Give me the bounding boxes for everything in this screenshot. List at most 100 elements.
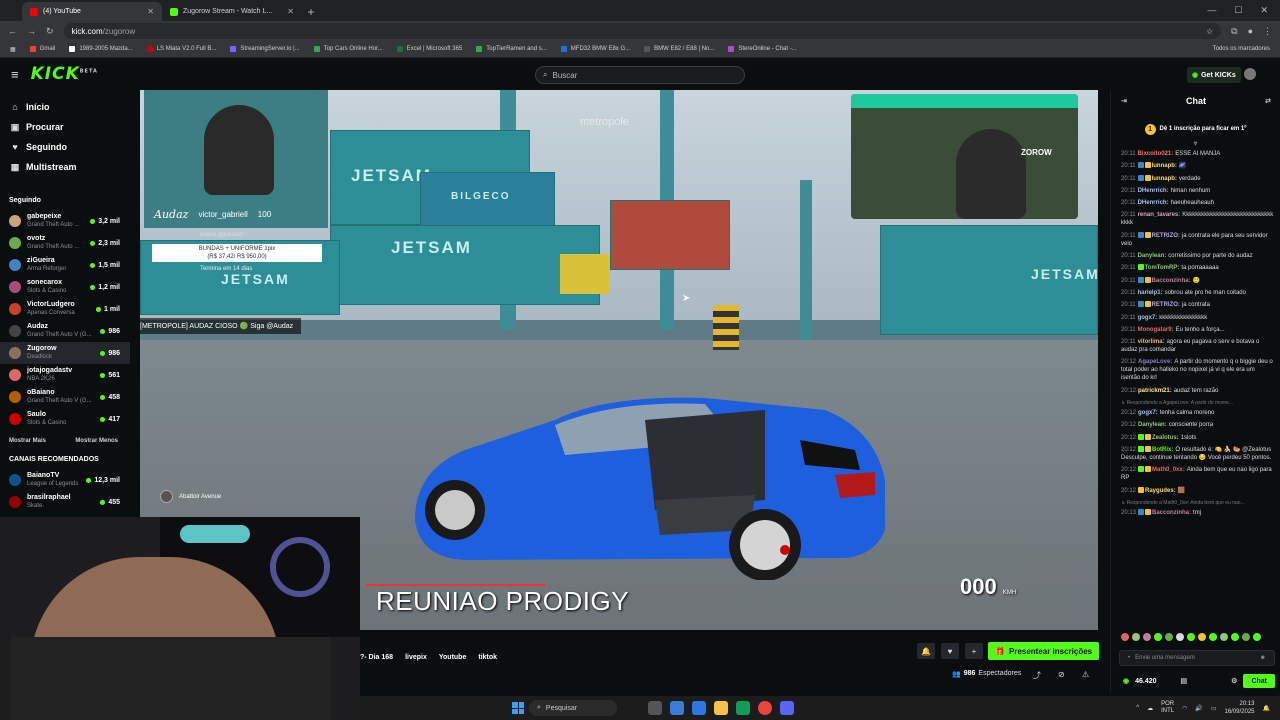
bookmark-item[interactable]: BMW E82 / E88 | No... [644, 46, 714, 52]
bookmark-star-icon[interactable]: ☆ [1206, 27, 1213, 36]
sidebar-channel[interactable]: Zugorow Deadlock 986 [0, 342, 130, 364]
all-bookmarks[interactable]: Todos os marcadores [1213, 46, 1270, 52]
sidebar-channel[interactable]: sonecarox Slots & Casino 1,2 mil [0, 276, 130, 298]
message-user[interactable]: lunnapb: [1152, 176, 1177, 182]
gift-subscriptions-button[interactable]: 🎁 Presentear inscrições [988, 642, 1100, 660]
bookmark-item[interactable]: LS Miata V2.0 Full B... [146, 46, 216, 52]
expand-icon[interactable]: ⩔ [1111, 140, 1280, 150]
message-user[interactable]: Monogatar9: [1138, 327, 1174, 333]
message-user[interactable]: RETRIZO: [1152, 233, 1180, 239]
message-user[interactable]: Zealotus: [1152, 435, 1179, 441]
nav-multistream[interactable]: ▦ Multistream [0, 157, 130, 177]
get-kicks-button[interactable]: ◉ Get KICKs [1187, 67, 1241, 83]
show-less-button[interactable]: Mostrar Menos [75, 438, 118, 444]
message-user[interactable]: gogx7: [1138, 410, 1158, 416]
chat-settings-icon[interactable]: ⇄ [1265, 97, 1271, 105]
emote-bar[interactable] [1121, 633, 1261, 641]
stream-tag[interactable]: tiktok [478, 654, 497, 661]
bell-icon[interactable]: 🔔 [917, 643, 935, 659]
notification-icon[interactable]: 🔔 [1263, 705, 1270, 712]
bookmark-item[interactable]: TopTierRamen and s... [476, 46, 547, 52]
sidebar-channel[interactable]: Audaz Grand Theft Auto V (G... 986 [0, 320, 130, 342]
sidebar-channel[interactable]: VictorLudgero Apenas Conversa 1 mil [0, 298, 130, 320]
nav-home[interactable]: ⌂ Início [0, 97, 130, 117]
sidebar-channel[interactable]: jotajogadastv NBA 2K26 561 [0, 364, 130, 386]
taskview-icon[interactable] [648, 701, 662, 715]
chrome-icon[interactable] [758, 701, 772, 715]
message-user[interactable]: Bacconzinha: [1152, 510, 1191, 516]
sidebar-channel[interactable]: brasilraphael Skate. 455 [0, 491, 130, 513]
browser-menu-icon[interactable]: ⋮ [1263, 26, 1272, 37]
nav-browse[interactable]: ▣ Procurar [0, 117, 130, 137]
message-user[interactable]: lunnapb: [1152, 163, 1177, 169]
gift-add-icon[interactable]: + [965, 643, 983, 659]
bookmark-item[interactable]: Gmail [29, 46, 55, 52]
stream-tag[interactable]: livepix [405, 654, 427, 661]
bookmark-item[interactable]: StreamingServer.io |... [230, 46, 300, 52]
profile-icon[interactable]: ● [1248, 26, 1253, 36]
share-icon[interactable]: ⤴ [1033, 670, 1041, 681]
close-window-icon[interactable]: ✕ [1260, 5, 1268, 16]
sidebar-channel[interactable]: ovotz Grand Theft Auto ... 2,3 mil [0, 232, 130, 254]
message-user[interactable]: renan_tavares: [1138, 212, 1181, 218]
chevron-up-icon[interactable]: ^ [1136, 705, 1139, 711]
message-user[interactable]: vitorlima: [1138, 339, 1165, 345]
sidebar-channel[interactable]: Saulo Slots & Casino 417 [0, 408, 130, 430]
windows-start-icon[interactable] [512, 702, 524, 714]
message-user[interactable]: harielp1: [1138, 290, 1163, 296]
message-user[interactable]: Bacconzinha: [1152, 278, 1191, 284]
url-field[interactable]: kick.com/zugorow ☆ [63, 23, 1222, 39]
battery-icon[interactable]: ▭ [1211, 705, 1217, 712]
back-icon[interactable]: ← [8, 26, 17, 36]
maximize-icon[interactable]: ☐ [1234, 5, 1242, 16]
tab-close-icon[interactable]: ✕ [287, 7, 294, 16]
message-user[interactable]: RETRIZO: [1152, 302, 1180, 308]
discord-icon[interactable] [780, 701, 794, 715]
emoji-icon[interactable]: ☻ [1260, 655, 1266, 661]
bookmark-item[interactable]: Top Cars Online Hor... [313, 46, 383, 52]
wifi-icon[interactable]: ◠ [1182, 705, 1187, 712]
message-user[interactable]: Bixcoito021: [1138, 151, 1174, 157]
stream-tag[interactable]: ?- Dia 168 [360, 654, 393, 661]
file-explorer-icon[interactable] [714, 701, 728, 715]
message-user[interactable]: gogx7: [1138, 315, 1158, 321]
volume-icon[interactable]: 🔊 [1195, 705, 1202, 712]
kick-logo[interactable]: KICKBETA [31, 64, 98, 84]
taskbar-search[interactable]: ⌕ Pesquisar [529, 700, 617, 716]
settings-gear-icon[interactable]: ⚙ [1231, 677, 1237, 685]
collapse-chat-icon[interactable]: ⇥ [1121, 97, 1127, 105]
minimize-icon[interactable]: — [1207, 5, 1216, 16]
message-user[interactable]: BotRix: [1152, 447, 1173, 453]
bookmark-item[interactable]: MFD32 BMW E8x G... [560, 46, 630, 52]
message-user[interactable]: TomTomRP: [1145, 265, 1180, 271]
sidebar-channel[interactable]: oBaiano Grand Theft Auto V (G... 458 [0, 386, 130, 408]
sub-promo[interactable]: 1 Dê 1 inscrição para ficar em 1º [1111, 118, 1280, 140]
sidebar-channel[interactable]: ziGueira Arma Reforger 1,5 mil [0, 254, 130, 276]
user-avatar[interactable] [1244, 68, 1256, 80]
report-icon[interactable]: ⚠ [1082, 670, 1089, 679]
copilot-icon[interactable] [670, 701, 684, 715]
hide-icon[interactable]: ⊘ [1058, 670, 1065, 679]
stream-tag[interactable]: Youtube [439, 654, 466, 661]
reload-icon[interactable]: ↻ [46, 26, 54, 37]
new-tab-button[interactable]: + [302, 3, 320, 21]
calendar-icon[interactable]: ▤ [1181, 677, 1188, 685]
nav-heart[interactable]: ♥ Seguindo [0, 137, 130, 157]
search-input[interactable]: ⌕ Buscar [535, 66, 745, 84]
tab-close-icon[interactable]: ✕ [147, 7, 154, 16]
browser-tab[interactable]: Zugorow Stream - Watch L... ✕ [162, 2, 302, 21]
store-icon[interactable] [736, 701, 750, 715]
sidebar-channel[interactable]: gabepeixe Grand Theft Auto ... 3,2 mil [0, 210, 130, 232]
message-user[interactable]: AgapeLove: [1138, 359, 1172, 365]
kicks-balance[interactable]: 46.420 [1135, 678, 1156, 685]
message-user[interactable]: patrickm21: [1138, 388, 1172, 394]
send-chat-button[interactable]: Chat [1243, 674, 1275, 688]
message-user[interactable]: Danylean: [1138, 422, 1167, 428]
apps-icon[interactable]: ▦ [10, 46, 16, 53]
follow-heart-icon[interactable]: ♥ [941, 643, 959, 659]
show-more-button[interactable]: Mostrar Mais [9, 438, 46, 444]
cloud-icon[interactable]: ☁ [1147, 705, 1153, 712]
bookmark-item[interactable]: 1989-2005 Mazda... [69, 46, 133, 52]
chat-input[interactable]: • Envie uma mensagem ☻ [1119, 650, 1275, 666]
message-user[interactable]: Danylean: [1138, 253, 1167, 259]
